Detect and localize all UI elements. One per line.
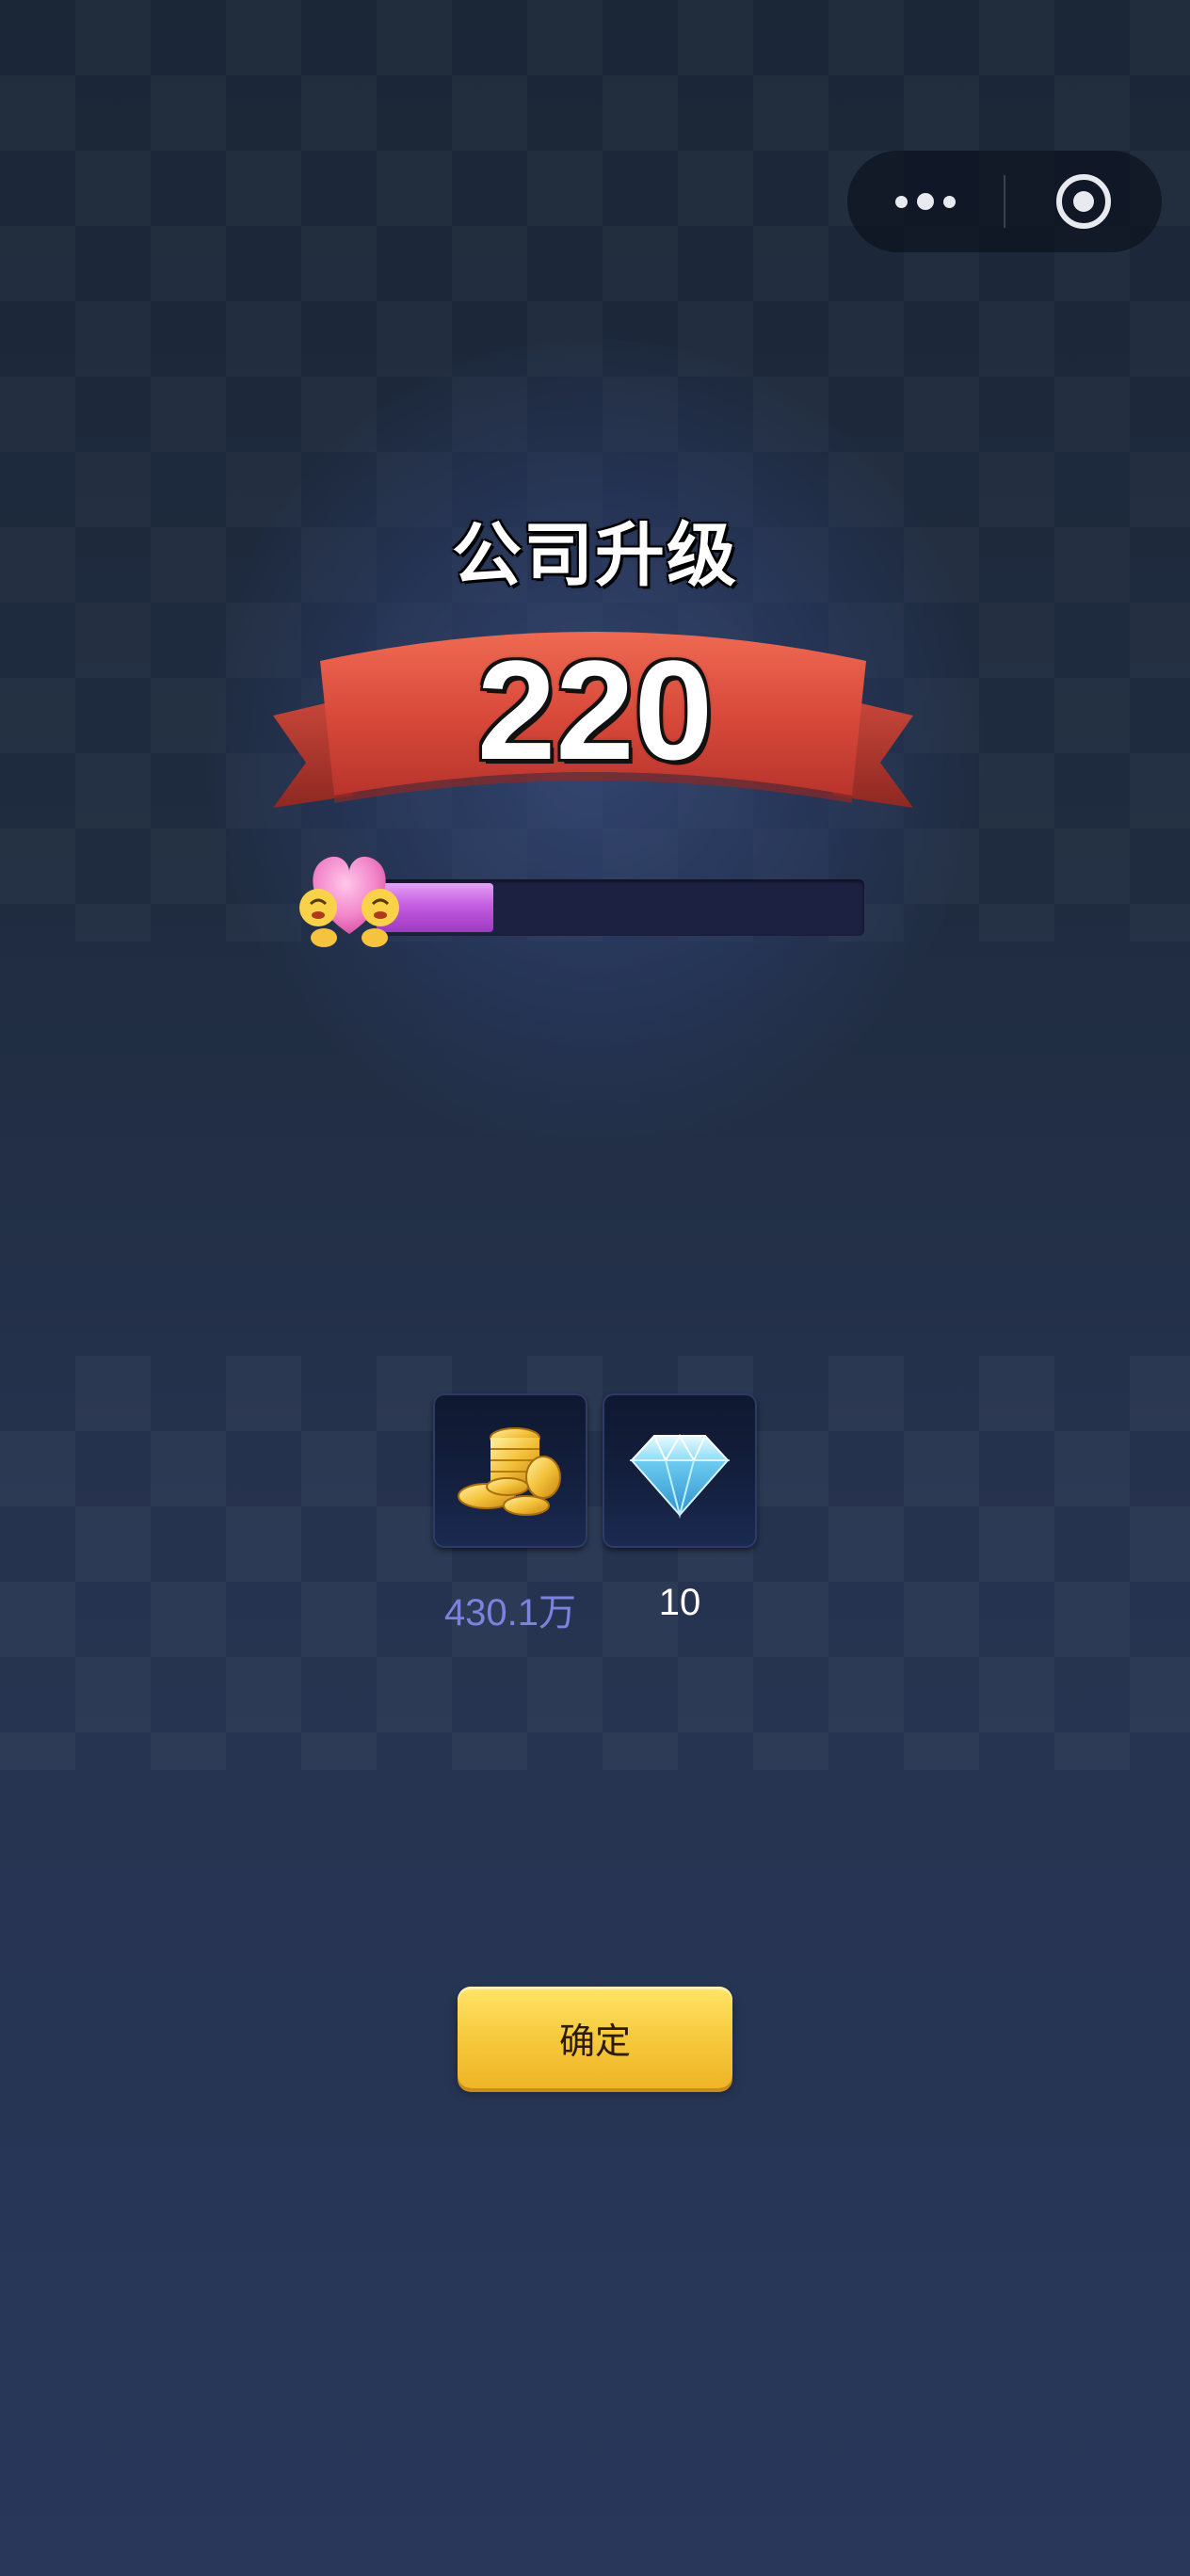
- reward-item-coins: 430.1万: [433, 1393, 587, 1636]
- hugging-heart-icon: [299, 856, 399, 947]
- experience-bar: [377, 879, 864, 936]
- company-level: 220: [476, 631, 714, 789]
- target-icon: [1056, 174, 1111, 229]
- close-mini-program-button[interactable]: [1005, 151, 1162, 252]
- gems-amount: 10: [658, 1582, 701, 1623]
- more-dot-icon: [943, 195, 956, 208]
- reward-box: [603, 1393, 757, 1548]
- mini-program-capsule: [847, 151, 1162, 252]
- reward-list: 430.1万 10: [433, 1393, 757, 1634]
- confirm-button[interactable]: 确定: [458, 1987, 732, 2088]
- diamond-icon: [629, 1433, 731, 1519]
- more-menu-button[interactable]: [847, 151, 1004, 252]
- reward-box: [433, 1393, 587, 1548]
- gold-coins-icon: [458, 1427, 561, 1516]
- more-dot-icon: [895, 195, 908, 208]
- more-dot-icon: [917, 193, 934, 210]
- coins-amount: 430.1万: [443, 1592, 577, 1634]
- reward-item-gems: 10: [603, 1393, 757, 1624]
- page-title: 公司升级: [452, 516, 738, 594]
